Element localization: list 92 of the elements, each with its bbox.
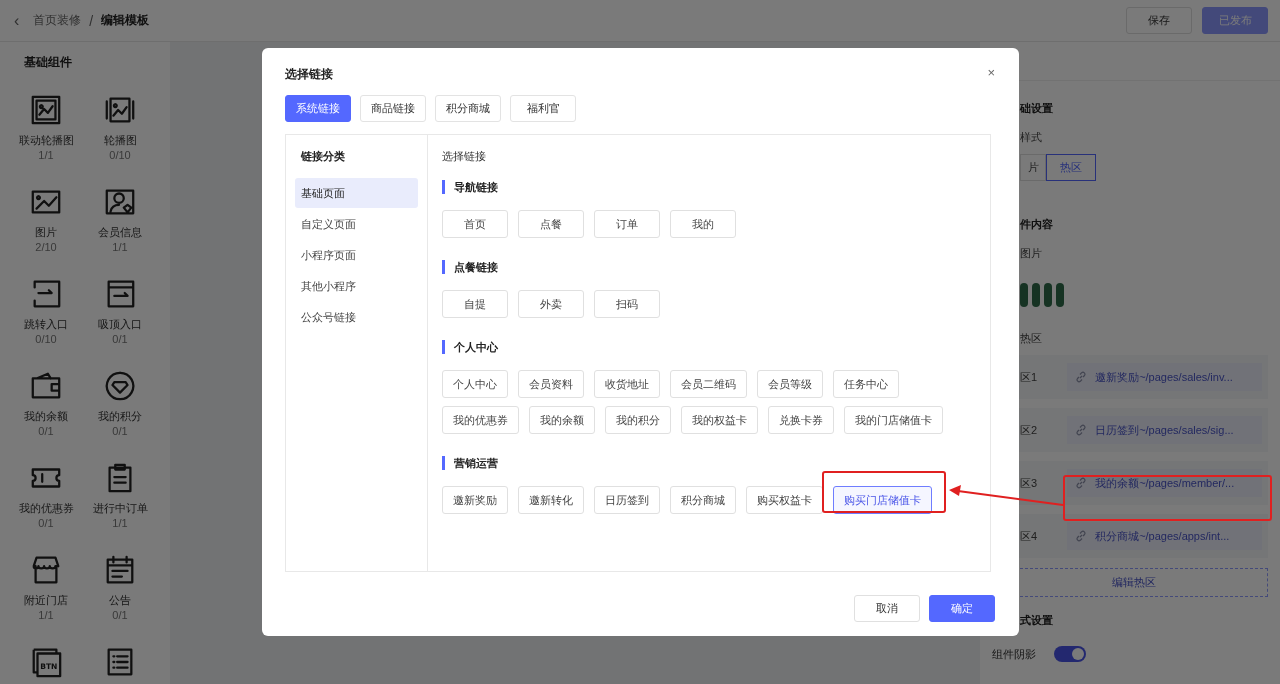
component-count: 0/10 (109, 149, 131, 161)
component-count: 0/1 (38, 425, 54, 437)
component-label: 我的积分 (98, 409, 142, 424)
component-label: 联动轮播图 (18, 133, 74, 148)
link-option[interactable]: 点餐 (518, 210, 584, 238)
component-label: 跳转入口 (24, 317, 68, 332)
link-type-tab[interactable]: 积分商城 (435, 95, 501, 122)
link-type-tab[interactable]: 系统链接 (285, 95, 351, 122)
link-icon (1075, 530, 1088, 542)
link-option[interactable]: 购买门店储值卡 (833, 486, 932, 514)
component-label: 公告 (109, 593, 131, 608)
link-option[interactable]: 我的 (670, 210, 736, 238)
group-title: 点餐链接 (442, 260, 976, 274)
link-option[interactable]: 我的权益卡 (681, 406, 758, 434)
section-title: 式设置 (1020, 613, 1054, 628)
category-item[interactable]: 小程序页面 (295, 240, 418, 270)
link-option[interactable]: 积分商城 (670, 486, 736, 514)
link-option[interactable]: 我的优惠券 (442, 406, 519, 434)
link-option[interactable]: 邀新转化 (518, 486, 584, 514)
group-title: 导航链接 (442, 180, 976, 194)
link-type-tab[interactable]: 福利官 (510, 95, 576, 122)
component-icon[interactable] (29, 93, 63, 127)
link-option[interactable]: 外卖 (518, 290, 584, 318)
component-count: 2/10 (35, 241, 57, 253)
link-option[interactable]: 购买权益卡 (746, 486, 823, 514)
component-label: 轮播图 (103, 133, 137, 148)
category-item[interactable]: 基础页面 (295, 178, 418, 208)
component-count: 0/1 (112, 333, 128, 345)
component-count: 1/1 (38, 149, 54, 161)
component-label: 进行中订单 (92, 501, 148, 516)
link-option[interactable]: 订单 (594, 210, 660, 238)
field-label: 图片 (1020, 246, 1043, 261)
group-title: 营销运营 (442, 456, 976, 470)
link-icon (1075, 477, 1088, 489)
cancel-button[interactable]: 取消 (854, 595, 920, 622)
save-button[interactable]: 保存 (1126, 7, 1192, 34)
component-count: 1/1 (112, 241, 128, 253)
hotspot-label: 区3 (1020, 475, 1038, 491)
component-count: 1/1 (112, 517, 128, 529)
category-item[interactable]: 其他小程序 (295, 271, 418, 301)
component-label: 我的余额 (24, 409, 68, 424)
component-label: 会员信息 (98, 225, 142, 240)
field-label: 样式 (1020, 130, 1043, 145)
component-count: 0/1 (38, 517, 54, 529)
link-option[interactable]: 会员资料 (518, 370, 584, 398)
link-icon (1075, 371, 1088, 383)
link-option[interactable]: 任务中心 (833, 370, 899, 398)
section-title: 础设置 (1020, 101, 1054, 116)
link-option[interactable]: 邀新奖励 (442, 486, 508, 514)
hotspot-label: 区1 (1020, 369, 1038, 385)
confirm-button[interactable]: 确定 (929, 595, 995, 622)
link-type-tab[interactable]: 商品链接 (360, 95, 426, 122)
component-label: 吸顶入口 (98, 317, 142, 332)
dialog-title: 选择链接 (285, 66, 334, 83)
link-option[interactable]: 收货地址 (594, 370, 660, 398)
link-option[interactable]: 我的余额 (529, 406, 595, 434)
field-label: 热区 (1020, 331, 1043, 346)
hotspot-label: 区2 (1020, 422, 1038, 438)
component-count: 1/1 (38, 609, 54, 621)
link-option[interactable]: 自提 (442, 290, 508, 318)
content-title: 选择链接 (442, 149, 487, 164)
breadcrumb-separator: / (89, 12, 94, 29)
link-option[interactable]: 首页 (442, 210, 508, 238)
category-item[interactable]: 自定义页面 (295, 209, 418, 239)
sidebar-title: 基础组件 (24, 54, 73, 71)
link-option[interactable]: 兑换卡券 (768, 406, 834, 434)
component-count: 0/1 (112, 609, 128, 621)
group-title: 个人中心 (442, 340, 976, 354)
link-option[interactable]: 会员等级 (757, 370, 823, 398)
breadcrumb-item: 编辑模板 (101, 12, 150, 29)
component-label: 我的优惠券 (18, 501, 74, 516)
link-option[interactable]: 个人中心 (442, 370, 508, 398)
link-icon (1075, 424, 1088, 436)
category-title: 链接分类 (299, 149, 346, 164)
link-option[interactable]: 会员二维码 (670, 370, 747, 398)
component-icon[interactable] (103, 369, 137, 403)
shadow-toggle[interactable] (1054, 646, 1086, 662)
component-count: 0/10 (35, 333, 57, 345)
section-title: 件内容 (1020, 217, 1054, 232)
hotspot-label: 区4 (1020, 528, 1038, 544)
link-option[interactable]: 我的积分 (605, 406, 671, 434)
style-option[interactable]: 片 (1020, 154, 1046, 181)
shadow-label: 组件阴影 (992, 646, 1036, 662)
component-label: 图片 (35, 225, 57, 240)
close-button[interactable]: × (987, 65, 995, 80)
component-count: 0/1 (112, 425, 128, 437)
category-item[interactable]: 公众号链接 (295, 302, 418, 332)
component-label: 附近门店 (24, 593, 68, 608)
link-option[interactable]: 我的门店储值卡 (844, 406, 943, 434)
image-thumbnails (1020, 283, 1064, 307)
link-option[interactable]: 日历签到 (594, 486, 660, 514)
link-option[interactable]: 扫码 (594, 290, 660, 318)
